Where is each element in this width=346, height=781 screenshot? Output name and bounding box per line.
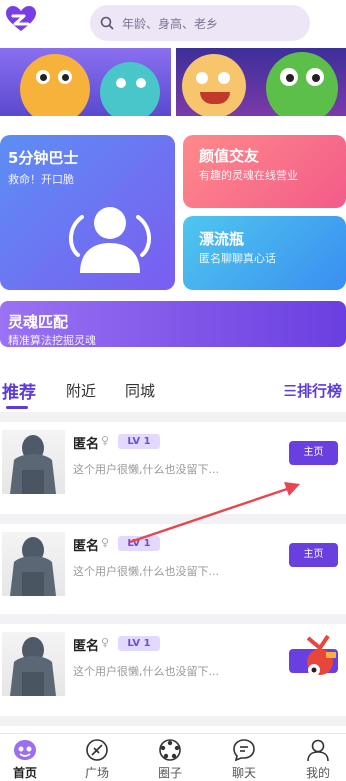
- tab-same-city[interactable]: 同城: [125, 380, 155, 401]
- avatar[interactable]: [2, 430, 65, 494]
- bus-card-title: 5分钟巴士: [8, 149, 79, 167]
- list-divider: [0, 614, 346, 624]
- nav-plaza[interactable]: 广场: [72, 738, 122, 781]
- female-symbol-icon: ♀: [101, 636, 110, 649]
- bottle-card-title: 漂流瓶: [199, 230, 245, 248]
- promo-banner[interactable]: [0, 48, 346, 116]
- chat-bubble-icon: [233, 739, 255, 762]
- list-item[interactable]: 匿名 ♀ LV 1 这个用户很懒,什么也没留下...: [0, 624, 346, 716]
- looks-card-subtitle: 有趣的灵魂在线营业: [199, 169, 298, 182]
- list-divider: [0, 716, 346, 726]
- app-logo-icon[interactable]: [4, 4, 38, 34]
- list-divider: [0, 514, 346, 524]
- level-badge: LV 1: [118, 434, 160, 449]
- list-item[interactable]: 匿名 ♀ LV 1 这个用户很懒,什么也没留下... 主页: [0, 422, 346, 514]
- bus-card-subtitle: 救命！开口脆: [8, 173, 74, 186]
- search-bar[interactable]: 年龄、身高、老乡: [90, 5, 310, 41]
- level-badge: LV 1: [118, 536, 160, 551]
- top-header: 年龄、身高、老乡: [0, 0, 346, 48]
- search-icon: [100, 16, 114, 30]
- nav-circle-label: 圈子: [157, 766, 182, 780]
- user-bio: 这个用户很懒,什么也没留下...: [73, 463, 219, 476]
- looks-card[interactable]: 颜值交友 有趣的灵魂在线营业: [183, 135, 346, 208]
- home-face-icon: [14, 740, 36, 760]
- user-name: 匿名: [73, 437, 100, 452]
- list-divider: [0, 412, 346, 422]
- bottle-card-subtitle: 匿名聊聊真心话: [199, 252, 276, 265]
- people-icon: [69, 207, 151, 273]
- tab-recommend[interactable]: 推荐: [2, 378, 36, 403]
- bottom-nav: 首页 广场 圈子 聊天 我的: [0, 733, 346, 781]
- mascot-sticker-icon: [306, 634, 336, 676]
- avatar[interactable]: [2, 632, 65, 696]
- user-name: 匿名: [73, 539, 100, 554]
- bottle-card[interactable]: 漂流瓶 匿名聊聊真心话: [183, 216, 346, 290]
- nav-home-label: 首页: [12, 766, 37, 780]
- soul-card-subtitle: 精准算法挖掘灵魂: [8, 334, 96, 347]
- looks-card-title: 颜值交友: [199, 147, 260, 165]
- soul-card-title: 灵魂匹配: [8, 313, 69, 331]
- avatar[interactable]: [2, 532, 65, 596]
- female-symbol-icon: ♀: [101, 434, 110, 447]
- nav-chat[interactable]: 聊天: [219, 738, 269, 781]
- nav-plaza-label: 广场: [84, 766, 109, 780]
- circle-icon: [159, 739, 181, 761]
- nav-circle[interactable]: 圈子: [145, 738, 195, 781]
- soul-match-card[interactable]: 灵魂匹配 精准算法挖掘灵魂: [0, 301, 346, 347]
- profile-button[interactable]: 主页: [289, 441, 338, 465]
- user-name: 匿名: [73, 639, 100, 654]
- banner-image-right: [176, 48, 346, 116]
- bus-card[interactable]: 5分钟巴士 救命！开口脆: [0, 135, 175, 290]
- search-placeholder: 年龄、身高、老乡: [122, 16, 219, 31]
- plaza-leaf-icon: [86, 739, 108, 761]
- profile-button[interactable]: 主页: [289, 543, 338, 567]
- level-badge: LV 1: [118, 636, 160, 651]
- nav-chat-label: 聊天: [231, 766, 256, 780]
- person-icon: [307, 739, 329, 762]
- tab-active-indicator: [6, 406, 28, 409]
- tab-nearby[interactable]: 附近: [66, 380, 96, 401]
- ranking-link[interactable]: ☰排行榜: [284, 380, 342, 401]
- nav-home[interactable]: 首页: [0, 738, 50, 781]
- nav-me-label: 我的: [305, 766, 330, 780]
- female-symbol-icon: ♀: [101, 536, 110, 549]
- user-bio: 这个用户很懒,什么也没留下...: [73, 665, 219, 678]
- banner-image-left: [0, 48, 171, 116]
- user-bio: 这个用户很懒,什么也没留下...: [73, 565, 219, 578]
- nav-me[interactable]: 我的: [293, 738, 343, 781]
- list-item[interactable]: 匿名 ♀ LV 1 这个用户很懒,什么也没留下... 主页: [0, 524, 346, 616]
- feed-tabs: 推荐 附近 同城 ☰排行榜: [0, 370, 346, 410]
